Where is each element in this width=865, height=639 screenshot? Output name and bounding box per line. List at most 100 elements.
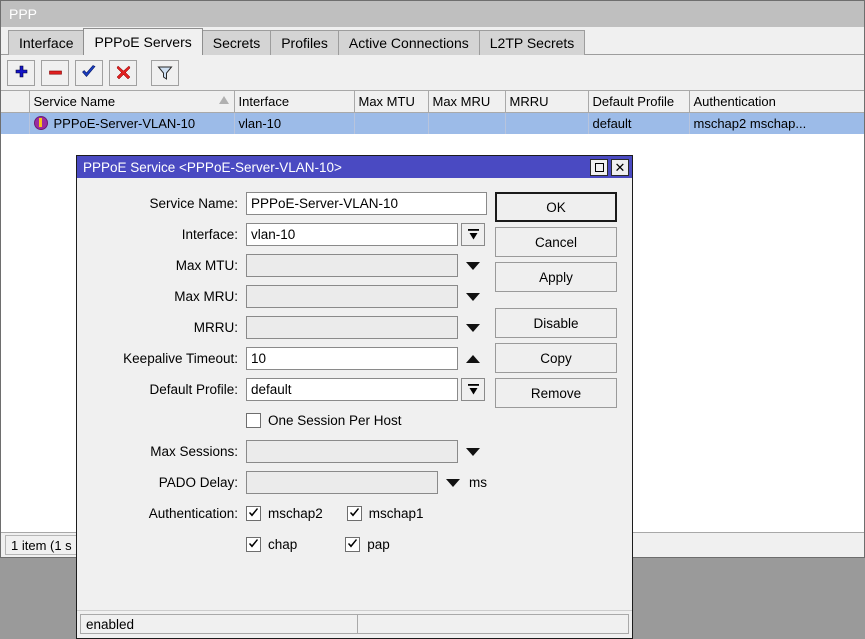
keepalive-chevron-up-icon[interactable] xyxy=(466,355,480,363)
max-mtu-input[interactable] xyxy=(246,254,458,277)
tab-l2tp-secrets[interactable]: L2TP Secrets xyxy=(479,30,586,55)
cell-max-mru xyxy=(428,112,505,134)
max-mru-chevron-down-icon[interactable] xyxy=(466,293,480,301)
auth-option-mschap2[interactable]: mschap2 xyxy=(246,506,323,521)
tab-pppoe-servers[interactable]: PPPoE Servers xyxy=(83,28,202,55)
chap-checkbox[interactable] xyxy=(246,537,261,552)
field-authentication-row2: chap pap xyxy=(79,529,487,560)
info-icon xyxy=(34,116,48,130)
tab-interface[interactable]: Interface xyxy=(8,30,84,55)
filter-button[interactable] xyxy=(151,60,179,86)
toolbar xyxy=(1,55,864,91)
max-sessions-input[interactable] xyxy=(246,440,458,463)
cell-interface: vlan-10 xyxy=(234,112,354,134)
max-mru-input[interactable] xyxy=(246,285,458,308)
default-profile-input[interactable]: default xyxy=(246,378,458,401)
pado-delay-chevron-down-icon[interactable] xyxy=(446,479,460,487)
header-label: Interface xyxy=(239,94,290,109)
tab-label: PPPoE Servers xyxy=(94,34,191,50)
header-label: Authentication xyxy=(694,94,776,109)
mschap1-label: mschap1 xyxy=(369,506,424,521)
dialog-status-bar: enabled xyxy=(77,610,632,638)
mschap2-label: mschap2 xyxy=(268,506,323,521)
field-mrru: MRRU: xyxy=(79,312,487,343)
column-header-flags[interactable] xyxy=(1,91,29,112)
tab-secrets[interactable]: Secrets xyxy=(202,30,271,55)
interface-dropdown-button[interactable] xyxy=(461,223,485,246)
cell-authentication: mschap2 mschap... xyxy=(689,112,864,134)
pado-delay-input[interactable] xyxy=(246,471,438,494)
field-keepalive-timeout: Keepalive Timeout: 10 xyxy=(79,343,487,374)
field-authentication: Authentication: mschap2 mschap1 xyxy=(79,498,487,529)
header-label: Service Name xyxy=(34,94,116,109)
mschap2-checkbox[interactable] xyxy=(246,506,261,521)
column-header-default-profile[interactable]: Default Profile xyxy=(588,91,689,112)
dialog-title: PPPoE Service <PPPoE-Server-VLAN-10> xyxy=(83,160,590,175)
remove-button[interactable] xyxy=(41,60,69,86)
header-label: MRRU xyxy=(510,94,549,109)
column-header-max-mtu[interactable]: Max MTU xyxy=(354,91,428,112)
column-header-authentication[interactable]: Authentication xyxy=(689,91,864,112)
tab-label: Profiles xyxy=(281,35,328,51)
pado-delay-label: PADO Delay: xyxy=(79,475,246,490)
dialog-titlebar[interactable]: PPPoE Service <PPPoE-Server-VLAN-10> ✕ xyxy=(77,156,632,178)
check-icon xyxy=(81,65,97,80)
column-header-interface[interactable]: Interface xyxy=(234,91,354,112)
mrru-input[interactable] xyxy=(246,316,458,339)
maximize-button[interactable] xyxy=(590,159,608,176)
disable-button[interactable] xyxy=(109,60,137,86)
mschap1-checkbox[interactable] xyxy=(347,506,362,521)
mrru-chevron-down-icon[interactable] xyxy=(466,324,480,332)
window-title: PPP xyxy=(9,6,37,22)
cell-service-name: PPPoE-Server-VLAN-10 xyxy=(29,112,234,134)
interface-input[interactable]: vlan-10 xyxy=(246,223,458,246)
close-button[interactable]: ✕ xyxy=(611,159,629,176)
header-label: Max MTU xyxy=(359,94,415,109)
column-header-service-name[interactable]: Service Name xyxy=(29,91,234,112)
auth-option-pap[interactable]: pap xyxy=(345,537,390,552)
ok-button[interactable]: OK xyxy=(495,192,617,222)
tab-bar: Interface PPPoE Servers Secrets Profiles… xyxy=(1,27,864,55)
default-profile-dropdown-button[interactable] xyxy=(461,378,485,401)
service-name-input[interactable]: PPPoE-Server-VLAN-10 xyxy=(246,192,487,215)
field-service-name: Service Name: PPPoE-Server-VLAN-10 xyxy=(79,188,487,219)
tab-active-connections[interactable]: Active Connections xyxy=(338,30,480,55)
column-header-max-mru[interactable]: Max MRU xyxy=(428,91,505,112)
table-row[interactable]: PPPoE-Server-VLAN-10 vlan-10 default msc… xyxy=(1,112,864,134)
cancel-button[interactable]: Cancel xyxy=(495,227,617,257)
copy-button[interactable]: Copy xyxy=(495,343,617,373)
auth-option-chap[interactable]: chap xyxy=(246,537,297,552)
row-flag-cell xyxy=(1,112,29,134)
button-spacer xyxy=(495,297,622,308)
default-profile-label: Default Profile: xyxy=(79,382,246,397)
field-pado-delay: PADO Delay: ms xyxy=(79,467,487,498)
cell-default-profile: default xyxy=(588,112,689,134)
one-session-per-host-checkbox[interactable] xyxy=(246,413,261,428)
cross-icon xyxy=(116,65,131,80)
dialog-buttons: OK Cancel Apply Disable Copy Remove xyxy=(487,188,632,610)
auth-option-mschap1[interactable]: mschap1 xyxy=(347,506,424,521)
column-header-mrru[interactable]: MRRU xyxy=(505,91,588,112)
field-one-session-per-host: One Session Per Host xyxy=(79,405,487,436)
dialog-form: Service Name: PPPoE-Server-VLAN-10 Inter… xyxy=(77,188,487,610)
enable-button[interactable] xyxy=(75,60,103,86)
dropdown-arrow-icon xyxy=(467,383,480,397)
max-sessions-chevron-down-icon[interactable] xyxy=(466,448,480,456)
field-max-mru: Max MRU: xyxy=(79,281,487,312)
max-mtu-chevron-down-icon[interactable] xyxy=(466,262,480,270)
plus-icon xyxy=(14,65,29,80)
dialog-status-left: enabled xyxy=(80,614,358,634)
max-mtu-label: Max MTU: xyxy=(79,258,246,273)
apply-button[interactable]: Apply xyxy=(495,262,617,292)
tab-profiles[interactable]: Profiles xyxy=(270,30,339,55)
pap-checkbox[interactable] xyxy=(345,537,360,552)
remove-button[interactable]: Remove xyxy=(495,378,617,408)
keepalive-timeout-input[interactable]: 10 xyxy=(246,347,458,370)
add-button[interactable] xyxy=(7,60,35,86)
check-icon xyxy=(248,508,259,519)
disable-button[interactable]: Disable xyxy=(495,308,617,338)
screen: PPP Interface PPPoE Servers Secrets Prof… xyxy=(0,0,865,639)
field-max-sessions: Max Sessions: xyxy=(79,436,487,467)
close-icon: ✕ xyxy=(615,161,626,174)
chap-label: chap xyxy=(268,537,297,552)
